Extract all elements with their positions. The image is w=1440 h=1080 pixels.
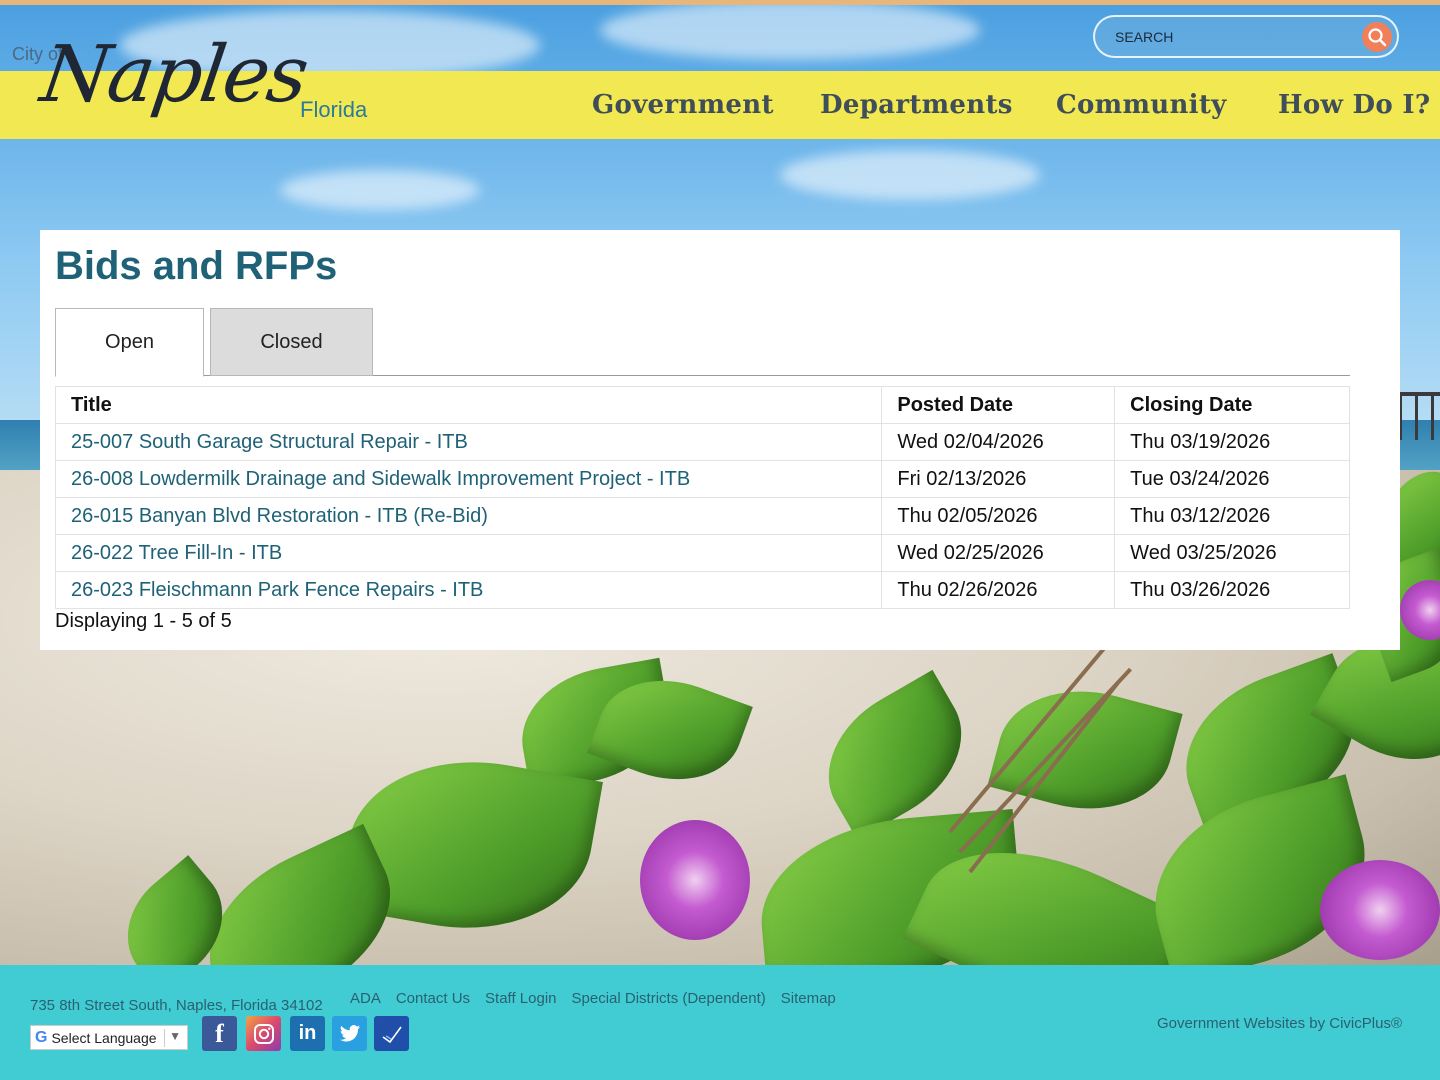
bid-title-link[interactable]: 25-007 South Garage Structural Repair - … — [71, 431, 468, 453]
footer-address: 735 8th Street South, Naples, Florida 34… — [30, 997, 323, 1014]
nav-how-do-i[interactable]: How Do I? — [1278, 71, 1430, 139]
footer-link-special-districts[interactable]: Special Districts (Dependent) — [572, 990, 766, 1007]
nav-departments[interactable]: Departments — [820, 71, 1013, 139]
closing-date-cell: Thu 03/26/2026 — [1114, 571, 1350, 609]
bid-title-cell: 25-007 South Garage Structural Repair - … — [54, 423, 883, 461]
posted-date-cell: Thu 02/05/2026 — [881, 497, 1116, 535]
facebook-icon[interactable]: f — [202, 1016, 237, 1051]
civicplus-credit[interactable]: Government Websites by CivicPlus® — [1157, 1015, 1402, 1032]
table-header-row: Title Posted Date Closing Date — [54, 386, 1350, 424]
table-row: 26-023 Fleischmann Park Fence Repairs - … — [54, 571, 1350, 609]
closing-date-cell: Tue 03/24/2026 — [1114, 460, 1350, 498]
bid-title-link[interactable]: 26-015 Banyan Blvd Restoration - ITB (Re… — [71, 505, 488, 527]
bid-title-cell: 26-008 Lowdermilk Drainage and Sidewalk … — [54, 460, 883, 498]
notify-me-icon[interactable] — [374, 1016, 409, 1051]
bid-title-cell: 26-022 Tree Fill-In - ITB — [54, 534, 883, 572]
bid-title-link[interactable]: 26-022 Tree Fill-In - ITB — [71, 542, 282, 564]
table-row: 25-007 South Garage Structural Repair - … — [54, 423, 1350, 461]
closing-date-cell: Wed 03/25/2026 — [1114, 534, 1350, 572]
footer-link-sitemap[interactable]: Sitemap — [781, 990, 836, 1007]
tab-open[interactable]: Open — [55, 308, 204, 377]
posted-date-cell: Thu 02/26/2026 — [881, 571, 1116, 609]
footer-links: ADA Contact Us Staff Login Special Distr… — [350, 990, 836, 1007]
logo-naples: Naples — [35, 30, 313, 120]
search-box — [1093, 15, 1399, 58]
language-select[interactable]: G Select Language ▼ — [30, 1025, 188, 1050]
nav-government[interactable]: Government — [592, 71, 774, 139]
table-row: 26-022 Tree Fill-In - ITB Wed 02/25/2026… — [54, 534, 1350, 572]
google-icon: G — [35, 1028, 48, 1046]
twitter-icon[interactable] — [332, 1016, 367, 1051]
footer-link-staff-login[interactable]: Staff Login — [485, 990, 556, 1007]
search-icon — [1368, 28, 1387, 47]
nav-community[interactable]: Community — [1056, 71, 1227, 139]
footer-link-ada[interactable]: ADA — [350, 990, 381, 1007]
linkedin-icon[interactable]: in — [290, 1016, 325, 1051]
pagination-summary: Displaying 1 - 5 of 5 — [55, 610, 232, 632]
dropdown-arrow-icon: ▼ — [169, 1029, 181, 1043]
posted-date-cell: Wed 02/25/2026 — [881, 534, 1116, 572]
instagram-icon[interactable] — [246, 1016, 281, 1051]
table-row: 26-008 Lowdermilk Drainage and Sidewalk … — [54, 460, 1350, 498]
posted-date-cell: Wed 02/04/2026 — [881, 423, 1116, 461]
bid-title-cell: 26-015 Banyan Blvd Restoration - ITB (Re… — [54, 497, 883, 535]
closing-date-cell: Thu 03/19/2026 — [1114, 423, 1350, 461]
closing-date-cell: Thu 03/12/2026 — [1114, 497, 1350, 535]
status-tabs: Open Closed — [55, 308, 1350, 377]
bid-title-link[interactable]: 26-023 Fleischmann Park Fence Repairs - … — [71, 579, 483, 601]
column-header-title: Title — [54, 386, 883, 424]
content-panel: Bids and RFPs Open Closed Title Posted D… — [40, 230, 1400, 650]
site-logo[interactable]: City of Naples Florida — [12, 28, 392, 153]
site-footer: 735 8th Street South, Naples, Florida 34… — [0, 965, 1440, 1080]
column-header-posted-date: Posted Date — [881, 386, 1116, 424]
column-header-closing-date: Closing Date — [1114, 386, 1350, 424]
search-input[interactable] — [1115, 28, 1355, 45]
top-accent-line — [0, 0, 1440, 5]
language-select-label: Select Language — [51, 1029, 157, 1046]
footer-link-contact-us[interactable]: Contact Us — [396, 990, 470, 1007]
search-button[interactable] — [1362, 22, 1392, 52]
page-title: Bids and RFPs — [55, 244, 338, 288]
tab-closed[interactable]: Closed — [210, 308, 373, 376]
posted-date-cell: Fri 02/13/2026 — [881, 460, 1116, 498]
bids-table: Title Posted Date Closing Date 25-007 So… — [54, 386, 1350, 609]
bid-title-cell: 26-023 Fleischmann Park Fence Repairs - … — [54, 571, 883, 609]
table-row: 26-015 Banyan Blvd Restoration - ITB (Re… — [54, 497, 1350, 535]
logo-florida: Florida — [300, 97, 368, 122]
bid-title-link[interactable]: 26-008 Lowdermilk Drainage and Sidewalk … — [71, 468, 690, 490]
